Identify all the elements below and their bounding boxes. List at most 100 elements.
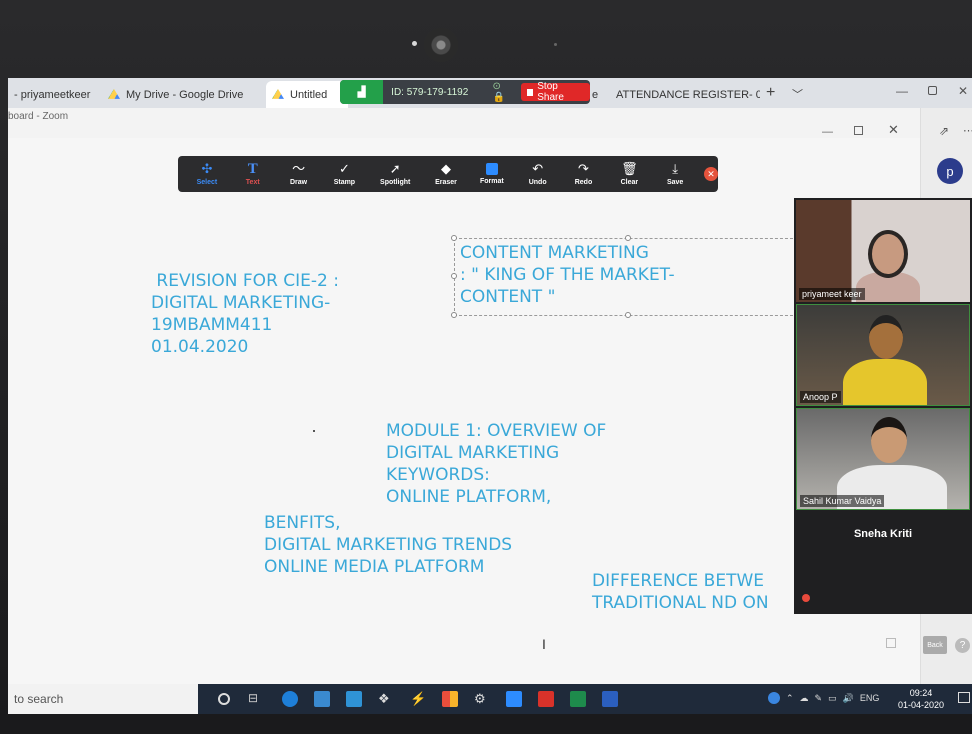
edge-icon[interactable] — [282, 691, 298, 707]
taskbar-search-input[interactable]: to search — [8, 684, 198, 714]
tool-format[interactable]: Format — [469, 163, 515, 185]
stop-share-label: Stop Share — [537, 81, 564, 103]
more-icon[interactable]: ⋯ — [963, 124, 972, 137]
resize-handle[interactable] — [451, 235, 457, 241]
shield-icon[interactable]: ⊙ 🔒 — [493, 81, 515, 103]
video-gallery-panel: priyameet keer Anoop P Sahil Kumar Vaidy… — [794, 198, 972, 614]
tool-eraser[interactable]: ◆ Eraser — [423, 162, 469, 187]
resize-handle[interactable] — [451, 273, 457, 279]
tool-stamp[interactable]: ✓ Stamp — [321, 161, 367, 187]
whiteboard-window-title: board - Zoom — [8, 111, 69, 122]
video-tile-priyameet[interactable]: priyameet keer — [796, 200, 970, 302]
whiteboard-canvas[interactable] — [8, 138, 920, 684]
tool-select[interactable]: ✣ Select — [184, 161, 230, 187]
stop-share-button[interactable]: Stop Share — [520, 81, 590, 103]
participant-head — [868, 230, 908, 278]
tab-hidden[interactable]: e — [590, 81, 604, 108]
tab-my-drive[interactable]: My Drive - Google Drive — [102, 81, 252, 108]
laptop-screen: - priyameetkeer My Drive - Google Drive … — [8, 78, 972, 714]
undo-icon: ↶ — [532, 161, 544, 176]
tool-draw[interactable]: 〜 Draw — [276, 161, 322, 187]
content-marketing-text[interactable]: CONTENT MARKETING : " KING OF THE MARKET… — [460, 242, 675, 308]
difference-text[interactable]: DIFFERENCE BETWE TRADITIONAL ND ON — [592, 570, 769, 614]
avatar[interactable]: p — [937, 158, 963, 184]
maximize-icon[interactable] — [928, 86, 937, 95]
new-tab-icon[interactable]: + — [766, 84, 775, 102]
tool-label: Stamp — [333, 179, 356, 186]
module-text[interactable]: MODULE 1: OVERVIEW OF DIGITAL MARKETING … — [386, 420, 606, 508]
volume-icon[interactable]: 🔊 — [843, 693, 854, 704]
tool-redo[interactable]: ↷ Redo — [561, 162, 607, 187]
participant-name-sneha[interactable]: Sneha Kriti — [794, 528, 972, 568]
close-annotation-icon[interactable]: ✕ — [704, 167, 719, 181]
resize-handle[interactable] — [625, 235, 631, 241]
chevron-down-icon[interactable]: ﹀ — [792, 86, 803, 102]
office-icon[interactable] — [442, 691, 458, 707]
tab-label: - priyameetkeer — [14, 88, 91, 101]
settings-icon[interactable]: ⚙ — [474, 691, 490, 707]
share-icon[interactable]: ⇗ — [939, 124, 949, 138]
participant-name: Sahil Kumar Vaidya — [800, 495, 885, 507]
tab-label: ATTENDANCE REGISTER- 01 — [616, 88, 760, 101]
trends-text[interactable]: BENFITS, DIGITAL MARKETING TRENDS ONLINE… — [264, 512, 512, 578]
file-explorer-icon[interactable] — [314, 691, 330, 707]
whiteboard-maximize-icon[interactable] — [854, 126, 863, 135]
expand-icon[interactable] — [886, 638, 896, 648]
taskbar-clock[interactable]: 09:24 01-04-2020 — [898, 687, 944, 711]
zoom-icon[interactable] — [506, 691, 522, 707]
back-button[interactable]: Back — [923, 636, 947, 654]
tool-spotlight[interactable]: ➚ Spotlight — [367, 162, 423, 187]
tool-clear[interactable]: 🗑 Clear — [606, 162, 652, 187]
tool-label: Select — [196, 179, 218, 186]
stray-mark — [313, 430, 315, 432]
signal-icon[interactable]: ▟ — [340, 80, 384, 104]
tab-attendance-register[interactable]: ATTENDANCE REGISTER- 01 — [604, 81, 760, 108]
revision-heading-text[interactable]: REVISION FOR CIE-2 : DIGITAL MARKETING- … — [151, 270, 339, 358]
close-icon[interactable]: ✕ — [958, 84, 968, 98]
language-indicator[interactable]: ENG — [860, 693, 880, 703]
winamp-icon[interactable]: ⚡ — [410, 691, 426, 707]
store-icon[interactable] — [346, 691, 362, 707]
tab-label: Untitled — [290, 88, 328, 101]
tool-undo[interactable]: ↶ Undo — [515, 161, 561, 187]
chevron-up-icon[interactable]: ⌃ — [786, 693, 794, 704]
stamp-icon: ✓ — [338, 161, 350, 176]
battery-icon[interactable]: ▭ — [828, 693, 837, 704]
camera-sensor-dot — [554, 43, 557, 46]
onedrive-icon[interactable]: ☁ — [800, 693, 809, 704]
pen-icon[interactable]: ✎ — [815, 693, 823, 704]
tool-save[interactable]: ⤓ Save — [652, 162, 698, 187]
whiteboard-minimize-icon[interactable]: — — [822, 126, 833, 138]
select-icon: ✣ — [201, 161, 213, 176]
tab-priyameetkeer[interactable]: - priyameetkeer — [8, 81, 98, 108]
google-drive-icon — [108, 89, 120, 99]
tool-label: Clear — [620, 179, 639, 186]
tool-label: Text — [245, 179, 260, 186]
minimize-icon[interactable]: — — [896, 84, 908, 98]
draw-icon: 〜 — [292, 161, 306, 176]
resize-handle[interactable] — [625, 312, 631, 318]
dropbox-icon[interactable]: ❖ — [378, 691, 394, 707]
resize-handle[interactable] — [451, 312, 457, 318]
notification-icon[interactable] — [958, 692, 970, 703]
pdf-icon[interactable] — [538, 691, 554, 707]
video-tile-anoop[interactable]: Anoop P — [796, 304, 970, 406]
participant-head — [869, 315, 903, 359]
browser-tab-bar: - priyameetkeer My Drive - Google Drive … — [8, 78, 972, 108]
tab-untitled[interactable]: Untitled — [266, 81, 348, 108]
clock-time: 09:24 — [909, 688, 933, 698]
help-icon[interactable] — [768, 692, 780, 704]
cortana-icon[interactable] — [218, 693, 230, 705]
excel-icon[interactable] — [570, 691, 586, 707]
participant-name: priyameet keer — [799, 288, 865, 300]
word-icon[interactable] — [602, 691, 618, 707]
meeting-id: ID: 579-179-1192 — [391, 86, 469, 98]
participant-name: Anoop P — [800, 391, 841, 403]
tool-text[interactable]: T Text — [230, 161, 276, 187]
help-icon[interactable]: ? — [955, 638, 970, 653]
task-view-icon[interactable]: ⊟ — [248, 691, 264, 707]
whiteboard-close-icon[interactable]: ✕ — [888, 122, 899, 138]
windows-taskbar: to search ⊟ ❖ ⚡ ⚙ ⌃ ☁ ✎ ▭ 🔊 ENG 09:24 01… — [8, 684, 972, 714]
text-icon: T — [247, 161, 258, 177]
video-tile-sahil[interactable]: Sahil Kumar Vaidya — [796, 408, 970, 510]
